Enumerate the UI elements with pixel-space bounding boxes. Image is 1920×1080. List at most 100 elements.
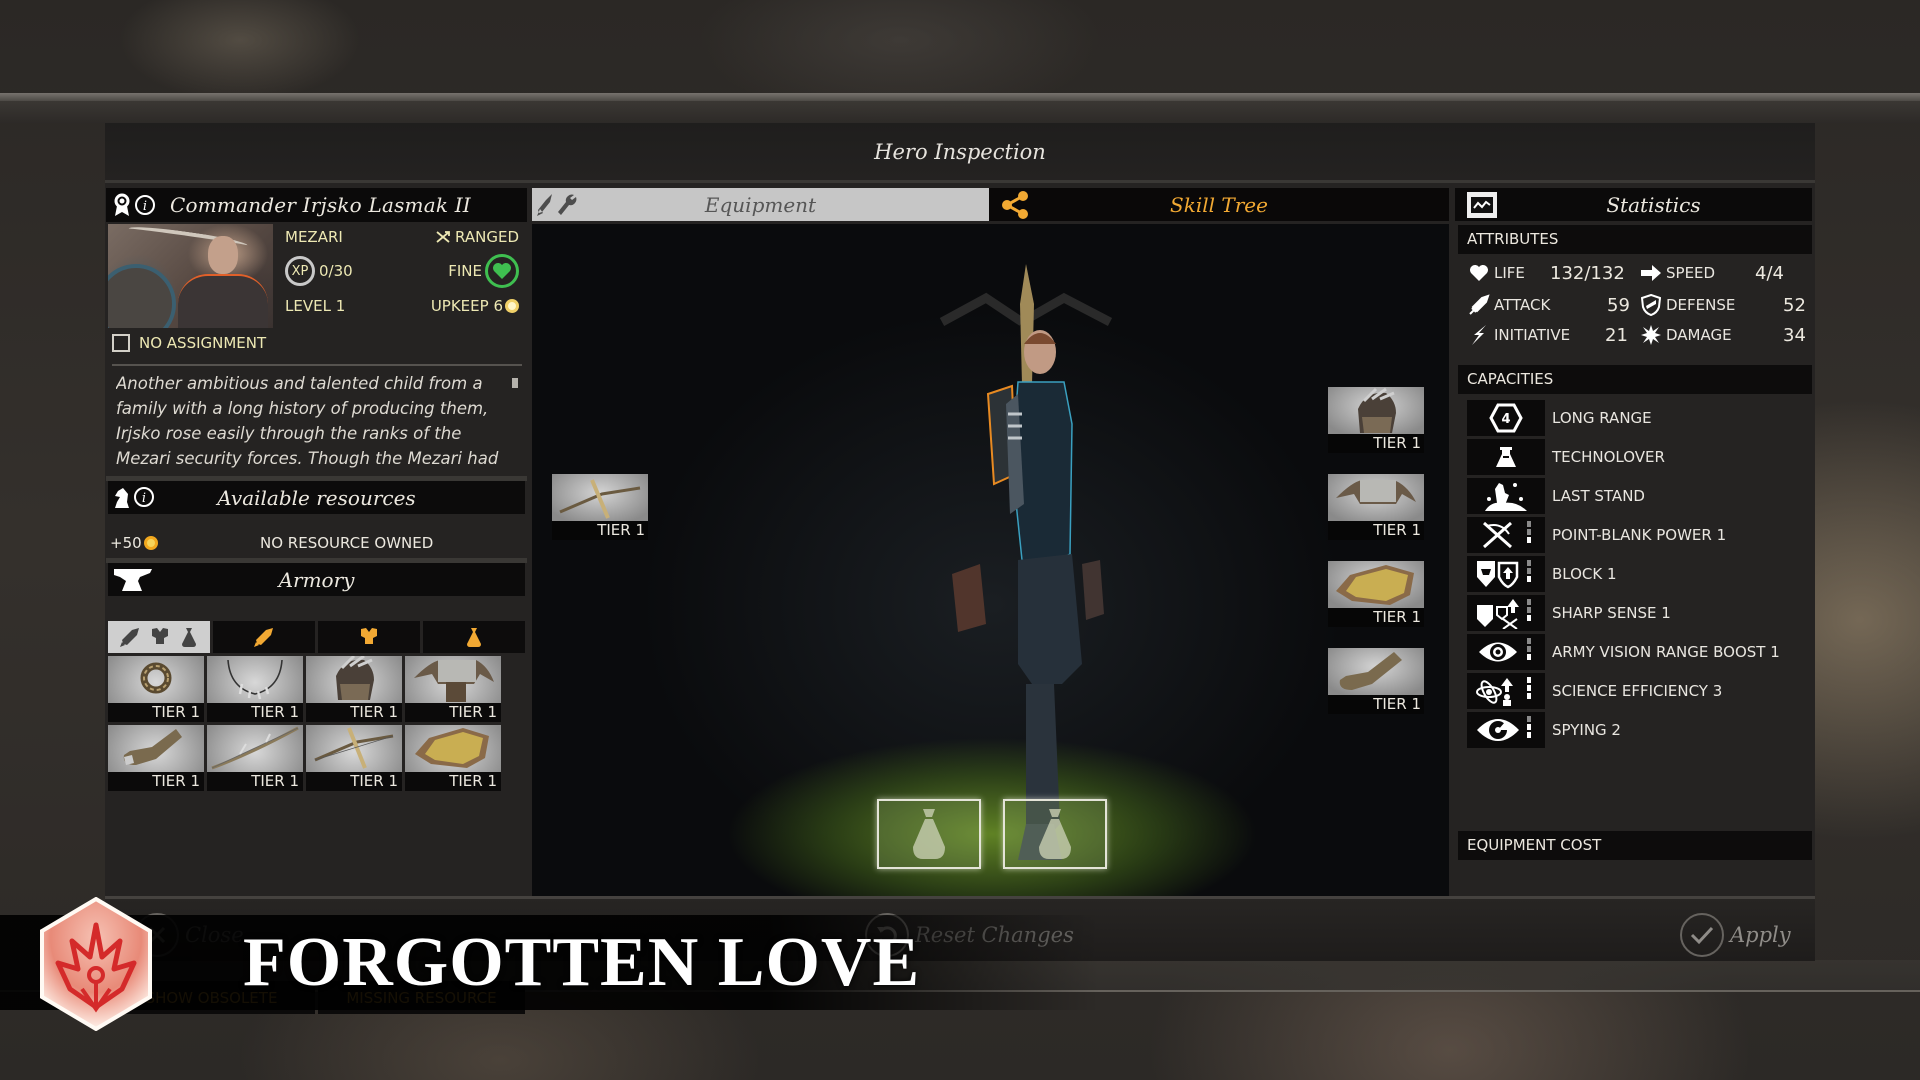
armory-item-chest-plate[interactable]: TIER 1 — [405, 725, 501, 791]
assignment-checkbox[interactable] — [112, 334, 130, 352]
capacity-item[interactable]: SPYING 2 — [1467, 710, 1780, 749]
capacity-icon-box — [1467, 477, 1545, 514]
point-blank-icon — [1483, 521, 1512, 548]
xp-value: 0/30 — [319, 262, 353, 280]
item-tier: TIER 1 — [405, 703, 501, 722]
apply-label: Apply — [1730, 923, 1791, 947]
health-heart-icon — [485, 254, 519, 288]
capacity-name: LONG RANGE — [1552, 408, 1652, 427]
equipped-chest-slot[interactable]: TIER 1 — [1328, 561, 1424, 627]
capacity-item[interactable]: 4 LONG RANGE — [1467, 398, 1780, 437]
item-tier: TIER 1 — [108, 772, 204, 791]
modal-title: Hero Inspection — [105, 123, 1815, 183]
capacity-item[interactable]: TECHNOLOVER — [1467, 437, 1780, 476]
spy-eye-icon — [1477, 718, 1519, 741]
dust-coin-icon — [505, 299, 519, 313]
armory-item-ring[interactable]: TIER 1 — [108, 656, 204, 722]
capacity-icon-box — [1467, 633, 1545, 670]
helmet-icon — [336, 656, 374, 700]
capacity-level-pips — [1527, 715, 1531, 738]
armory-filter-armor[interactable] — [318, 621, 420, 653]
tab-skill-tree[interactable]: Skill Tree — [989, 188, 1449, 221]
armory-item-helmet[interactable]: TIER 1 — [306, 656, 402, 722]
chest-plate-icon — [415, 728, 489, 768]
necklace-icon — [227, 659, 283, 700]
accessory-slot-2[interactable] — [1003, 799, 1107, 869]
quest-banner-title: FORGOTTEN LOVE — [243, 924, 921, 1001]
capacity-item[interactable]: SHARP SENSE 1 — [1467, 593, 1780, 632]
armor-icon — [361, 628, 377, 644]
health-status: FINE — [448, 262, 482, 280]
attr-attack-value: 59 — [1607, 294, 1630, 316]
top-frame-strip — [0, 93, 1920, 101]
capacity-item[interactable]: POINT-BLANK POWER 1 — [1467, 515, 1780, 554]
capacity-name: TECHNOLOVER — [1552, 447, 1665, 466]
attr-attack-label: ATTACK — [1494, 296, 1551, 314]
armory-filter-tabs — [108, 621, 525, 653]
attr-initiative-label: INITIATIVE — [1494, 326, 1571, 344]
apply-button[interactable]: Apply — [1680, 913, 1791, 957]
tab-skill-tree-label: Skill Tree — [1170, 192, 1268, 217]
capacity-name: LAST STAND — [1552, 486, 1645, 505]
attr-defense-label: DEFENSE — [1666, 296, 1736, 314]
equipped-boots-slot[interactable]: TIER 1 — [1328, 648, 1424, 714]
capacity-icon-box — [1467, 555, 1545, 592]
sword-icon — [120, 628, 139, 647]
attr-life-value: 132/132 — [1550, 262, 1625, 284]
equipped-weapon-image — [552, 474, 648, 521]
capacity-name: SHARP SENSE 1 — [1552, 603, 1671, 622]
flask-icon — [1496, 446, 1516, 467]
armory-item-boots[interactable]: TIER 1 — [108, 725, 204, 791]
assignment-toggle[interactable]: NO ASSIGNMENT — [112, 334, 266, 352]
capacities-list: 4 LONG RANGE TECHNOLOVER LAST STAND POIN… — [1467, 398, 1780, 749]
hero-upkeep: UPKEEP 6 — [430, 297, 503, 315]
armory-item-shoulder-armor[interactable]: TIER 1 — [405, 656, 501, 722]
shoulder-armor-icon — [414, 660, 494, 702]
sword-icon — [1467, 294, 1491, 316]
tab-equipment[interactable]: Equipment — [532, 188, 989, 221]
resources-header: i Available resources — [108, 481, 525, 514]
description-scrollbar[interactable] — [512, 378, 518, 388]
attributes-header: ATTRIBUTES — [1458, 225, 1812, 254]
equipped-shoulders-slot[interactable]: TIER 1 — [1328, 474, 1424, 540]
item-tier: TIER 1 — [207, 703, 303, 722]
equipped-helmet-slot[interactable]: TIER 1 — [1328, 387, 1424, 453]
armory-item-necklace[interactable]: TIER 1 — [207, 656, 303, 722]
view-tabs: Equipment Skill Tree — [532, 188, 1449, 221]
bag-icon — [182, 628, 196, 647]
capacity-name: SCIENCE EFFICIENCY 3 — [1552, 681, 1723, 700]
armory-filter-all[interactable] — [108, 621, 210, 653]
capacity-item[interactable]: SCIENCE EFFICIENCY 3 — [1467, 671, 1780, 710]
heart-icon — [1467, 264, 1491, 282]
item-tier: TIER 1 — [207, 772, 303, 791]
armory-filter-weapons[interactable] — [213, 621, 315, 653]
item-tier: TIER 1 — [306, 772, 402, 791]
accessory-slot-1[interactable] — [877, 799, 981, 869]
armory-item-bow[interactable]: TIER 1 — [207, 725, 303, 791]
armory-item-grid: TIER 1 TIER 1 TIER 1 TIER 1 TIER 1 TIER … — [108, 656, 508, 791]
info-icon[interactable]: i — [134, 194, 156, 216]
resources-row: +50 NO RESOURCE OWNED — [110, 530, 525, 556]
equipped-weapon-slot[interactable]: TIER 1 — [552, 474, 648, 540]
capacity-icon-box — [1467, 516, 1545, 553]
resource-bonus: +50 — [110, 534, 230, 552]
capacity-item[interactable]: ARMY VISION RANGE BOOST 1 — [1467, 632, 1780, 671]
capacity-item[interactable]: LAST STAND — [1467, 476, 1780, 515]
ranged-icon — [436, 231, 450, 243]
capacity-item[interactable]: BLOCK 1 — [1467, 554, 1780, 593]
level-upkeep-row: LEVEL 1 UPKEEP 6 — [285, 297, 519, 315]
capacity-icon-box — [1467, 438, 1545, 475]
bag-icon — [1039, 809, 1071, 859]
item-tier: TIER 1 — [1328, 521, 1424, 540]
hero-inspection-modal: Hero Inspection i Commander Irjsko Lasma… — [105, 123, 1815, 1014]
faction-class-row: MEZARI RANGED — [285, 228, 519, 246]
checkmark-icon — [1680, 913, 1724, 957]
attr-initiative-value: 21 — [1605, 324, 1628, 346]
capacity-icon-box — [1467, 711, 1545, 748]
armory-filter-accessories[interactable] — [423, 621, 525, 653]
armory-item-crossbow[interactable]: TIER 1 — [306, 725, 402, 791]
svg-text:4: 4 — [1501, 412, 1510, 427]
top-shade — [0, 101, 1920, 123]
crossbow-icon — [559, 479, 641, 519]
capacity-level-pips — [1527, 637, 1531, 660]
